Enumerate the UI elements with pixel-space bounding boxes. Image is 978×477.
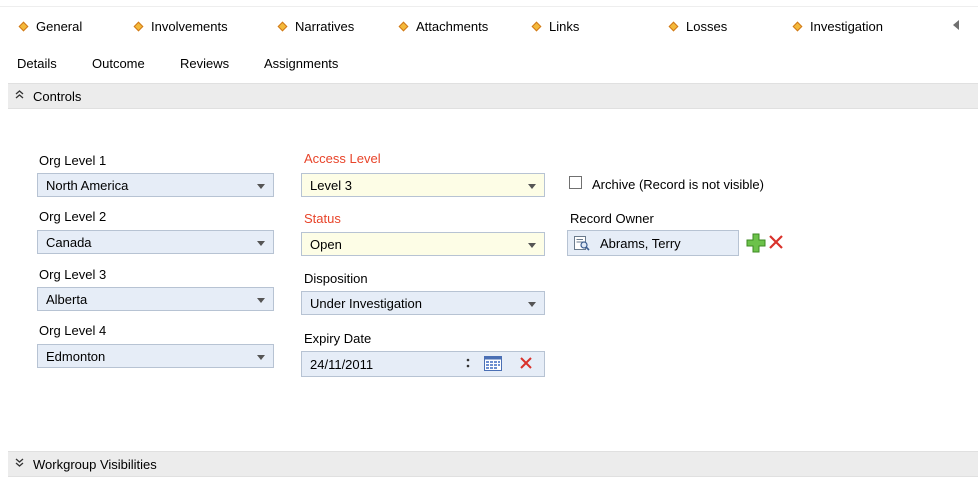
org-level-3-value: Alberta [46, 291, 88, 307]
lookup-icon[interactable] [574, 236, 590, 254]
clear-date-icon[interactable] [519, 356, 533, 373]
org-level-2-label: Org Level 2 [39, 209, 107, 224]
org-level-4-value: Edmonton [46, 348, 106, 364]
tab-label: Narratives [295, 18, 355, 34]
diamond-icon [277, 21, 288, 31]
record-owner-field[interactable]: Abrams, Terry [567, 230, 783, 256]
access-level-value: Level 3 [310, 177, 352, 193]
remove-owner-icon[interactable] [768, 234, 784, 253]
dropdown-arrow-icon [257, 298, 265, 303]
strip-divider [0, 6, 978, 7]
tab-label: Involvements [151, 18, 228, 34]
collapse-chevron-icon [15, 90, 29, 102]
record-owner-label: Record Owner [570, 211, 654, 226]
diamond-icon [792, 21, 803, 31]
dropdown-arrow-icon [528, 184, 536, 189]
date-spinner-icon[interactable] [465, 356, 471, 373]
tab-label: Losses [686, 18, 728, 34]
org-level-4-dropdown[interactable]: Edmonton [37, 344, 274, 368]
diamond-icon [668, 21, 679, 31]
scroll-left-icon[interactable] [953, 20, 959, 30]
subtab-reviews[interactable]: Reviews [180, 54, 229, 74]
subtab-details[interactable]: Details [17, 54, 57, 74]
diamond-icon [398, 21, 409, 31]
diamond-icon [18, 21, 29, 31]
controls-section-header[interactable]: Controls [8, 83, 978, 109]
subtab-assignments[interactable]: Assignments [264, 54, 338, 74]
org-level-1-value: North America [46, 177, 129, 193]
record-owner-value: Abrams, Terry [600, 236, 681, 251]
access-level-label: Access Level [304, 151, 381, 166]
diamond-icon [133, 21, 144, 31]
org-level-1-label: Org Level 1 [39, 153, 107, 168]
diamond-icon [531, 21, 542, 31]
tab-attachments[interactable]: Attachments [398, 16, 489, 36]
tab-label: General [36, 18, 83, 34]
tab-general[interactable]: General [18, 16, 83, 36]
tab-links[interactable]: Links [531, 16, 580, 36]
dropdown-arrow-icon [528, 243, 536, 248]
dropdown-arrow-icon [528, 302, 536, 307]
expiry-date-label: Expiry Date [304, 331, 372, 346]
expiry-date-value: 24/11/2011 [310, 356, 374, 372]
tab-investigation[interactable]: Investigation [792, 16, 883, 36]
disposition-label: Disposition [304, 271, 368, 286]
controls-section-title: Controls [33, 88, 82, 104]
status-label: Status [304, 211, 341, 226]
disposition-dropdown[interactable]: Under Investigation [301, 291, 545, 315]
org-level-1-dropdown[interactable]: North America [37, 173, 274, 197]
disposition-value: Under Investigation [310, 295, 423, 311]
expiry-date-field[interactable]: 24/11/2011 [301, 351, 545, 377]
org-level-3-label: Org Level 3 [39, 267, 107, 282]
status-dropdown[interactable]: Open [301, 232, 545, 256]
workgroup-visibilities-title: Workgroup Visibilities [33, 456, 157, 472]
workgroup-visibilities-header[interactable]: Workgroup Visibilities [8, 451, 978, 477]
top-tab-strip: General Involvements Narratives Attachme… [0, 0, 978, 46]
org-level-3-dropdown[interactable]: Alberta [37, 287, 274, 311]
tab-label: Links [549, 18, 580, 34]
subtab-outcome[interactable]: Outcome [92, 54, 145, 74]
dropdown-arrow-icon [257, 241, 265, 246]
tab-losses[interactable]: Losses [668, 16, 728, 36]
dropdown-arrow-icon [257, 355, 265, 360]
calendar-icon[interactable] [484, 356, 502, 374]
access-level-dropdown[interactable]: Level 3 [301, 173, 545, 197]
sub-tab-strip: Details Outcome Reviews Assignments [0, 50, 978, 78]
org-level-2-dropdown[interactable]: Canada [37, 230, 274, 254]
tab-label: Investigation [810, 18, 883, 34]
org-level-2-value: Canada [46, 234, 92, 250]
archive-label: Archive (Record is not visible) [592, 177, 764, 192]
dropdown-arrow-icon [257, 184, 265, 189]
add-owner-icon[interactable] [746, 233, 766, 256]
org-level-4-label: Org Level 4 [39, 323, 107, 338]
archive-checkbox[interactable] [569, 176, 582, 189]
tab-involvements[interactable]: Involvements [133, 16, 228, 36]
tab-label: Attachments [416, 18, 489, 34]
tab-narratives[interactable]: Narratives [277, 16, 355, 36]
expand-chevron-icon [15, 458, 29, 470]
status-value: Open [310, 236, 342, 252]
